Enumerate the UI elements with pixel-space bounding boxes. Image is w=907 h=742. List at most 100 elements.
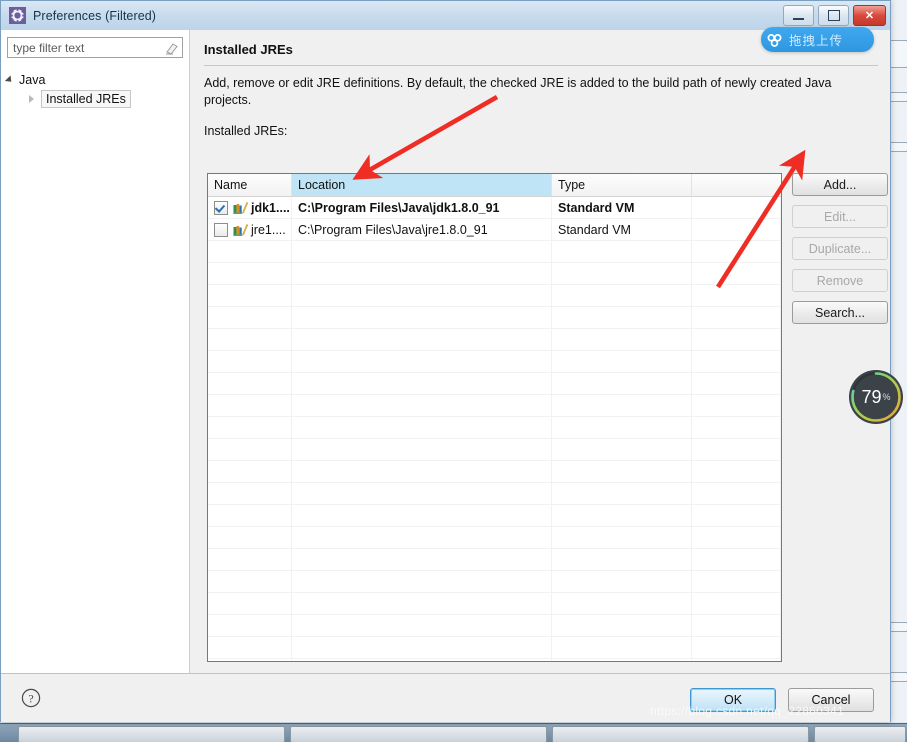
- cell-type[interactable]: Standard VM: [552, 197, 692, 218]
- preferences-dialog: Preferences (Filtered) ✕ type filter tex…: [0, 0, 891, 722]
- cell-empty: [208, 505, 292, 526]
- cell-empty: [692, 549, 781, 570]
- table-empty-row[interactable]: [208, 593, 781, 615]
- column-header-type[interactable]: Type: [552, 174, 692, 196]
- cell-empty: [292, 505, 552, 526]
- dialog-title: Preferences (Filtered): [33, 8, 157, 23]
- upload-progress-ring[interactable]: 79 %: [847, 368, 905, 426]
- sidebar-item-java[interactable]: Java: [4, 70, 183, 89]
- column-header-filler: [692, 174, 781, 196]
- screen-root: Preferences (Filtered) ✕ type filter tex…: [0, 0, 907, 742]
- table-empty-row[interactable]: [208, 395, 781, 417]
- preferences-sidebar: type filter text Java Installed JREs: [1, 30, 190, 673]
- sidebar-item-installed-jres[interactable]: Installed JREs: [7, 89, 183, 108]
- table-empty-row[interactable]: [208, 373, 781, 395]
- table-empty-row[interactable]: [208, 571, 781, 593]
- cell-name[interactable]: jre1....: [208, 219, 292, 240]
- table-empty-row[interactable]: [208, 549, 781, 571]
- cell-empty: [552, 615, 692, 636]
- dialog-body: type filter text Java Installed JREs Ins…: [1, 30, 890, 673]
- cell-empty: [208, 571, 292, 592]
- cell-empty: [292, 351, 552, 372]
- dialog-titlebar[interactable]: Preferences (Filtered) ✕: [1, 1, 890, 31]
- row-checkbox[interactable]: [214, 200, 228, 215]
- table-row[interactable]: jdk1.... C:\Program Files\Java\jdk1.8.0_…: [208, 197, 781, 219]
- table-row[interactable]: jre1.... C:\Program Files\Java\jre1.8.0_…: [208, 219, 781, 241]
- table-empty-row[interactable]: [208, 285, 781, 307]
- taskbar[interactable]: [0, 723, 907, 742]
- progress-unit: %: [882, 392, 891, 402]
- cell-empty: [208, 285, 292, 306]
- cell-name[interactable]: jdk1....: [208, 197, 292, 218]
- cell-type[interactable]: Standard VM: [552, 219, 692, 240]
- cell-location[interactable]: C:\Program Files\Java\jdk1.8.0_91: [292, 197, 552, 218]
- edit-button: Edit...: [792, 205, 888, 228]
- table-empty-row[interactable]: [208, 241, 781, 263]
- cell-empty: [208, 461, 292, 482]
- chevron-collapsed-icon[interactable]: [29, 94, 34, 103]
- preferences-gear-icon: [9, 7, 26, 24]
- taskbar-button[interactable]: [18, 726, 285, 742]
- table-empty-row[interactable]: [208, 263, 781, 285]
- column-header-location[interactable]: Location: [292, 174, 552, 196]
- svg-text:?: ?: [28, 691, 33, 705]
- table-empty-row[interactable]: [208, 527, 781, 549]
- table-empty-row[interactable]: [208, 351, 781, 373]
- restore-button[interactable]: [818, 5, 849, 26]
- cell-empty: [552, 395, 692, 416]
- cell-empty: [292, 329, 552, 350]
- drag-upload-badge[interactable]: 拖拽上传: [761, 27, 874, 52]
- taskbar-button[interactable]: [552, 726, 809, 742]
- page-description: Add, remove or edit JRE definitions. By …: [204, 76, 832, 107]
- table-empty-row[interactable]: [208, 615, 781, 637]
- table-empty-row[interactable]: [208, 461, 781, 483]
- table-empty-row[interactable]: [208, 307, 781, 329]
- cell-empty: [292, 549, 552, 570]
- installed-jres-table[interactable]: Name Location Type jdk1.... C:\Program F…: [207, 173, 782, 662]
- cell-empty: [692, 439, 781, 460]
- table-empty-row[interactable]: [208, 329, 781, 351]
- table-empty-row[interactable]: [208, 439, 781, 461]
- cell-empty: [552, 483, 692, 504]
- cell-empty: [292, 615, 552, 636]
- taskbar-button[interactable]: [290, 726, 547, 742]
- cell-empty: [292, 285, 552, 306]
- cell-empty: [292, 637, 552, 658]
- table-empty-row[interactable]: [208, 417, 781, 439]
- help-question-icon[interactable]: ?: [21, 688, 41, 708]
- filter-input-wrapper[interactable]: type filter text: [7, 37, 183, 58]
- minimize-button[interactable]: [783, 5, 814, 26]
- cell-empty: [208, 483, 292, 504]
- add-button[interactable]: Add...: [792, 173, 888, 196]
- taskbar-button[interactable]: [814, 726, 906, 742]
- cell-location[interactable]: C:\Program Files\Java\jre1.8.0_91: [292, 219, 552, 240]
- restore-icon: [827, 10, 840, 21]
- eraser-icon[interactable]: [164, 42, 178, 55]
- sidebar-item-label: Java: [19, 72, 46, 87]
- column-header-name[interactable]: Name: [208, 174, 292, 196]
- row-checkbox[interactable]: [214, 222, 228, 237]
- cell-empty: [208, 527, 292, 548]
- chevron-expanded-icon[interactable]: [4, 74, 15, 85]
- cell-filler: [692, 219, 781, 240]
- cell-empty: [208, 593, 292, 614]
- cell-empty: [692, 307, 781, 328]
- cell-empty: [552, 593, 692, 614]
- search-button[interactable]: Search...: [792, 301, 888, 324]
- close-button[interactable]: ✕: [853, 5, 886, 26]
- table-empty-rows: [208, 241, 781, 661]
- cell-empty: [552, 571, 692, 592]
- cell-empty: [208, 417, 292, 438]
- table-empty-row[interactable]: [208, 505, 781, 527]
- table-empty-row[interactable]: [208, 637, 781, 659]
- jre-actions: Add... Edit... Duplicate... Remove Searc…: [792, 173, 888, 333]
- cell-empty: [552, 461, 692, 482]
- cell-empty: [552, 439, 692, 460]
- sidebar-item-label: Installed JREs: [41, 89, 131, 108]
- table-empty-row[interactable]: [208, 483, 781, 505]
- page-title-divider: [204, 65, 878, 66]
- cell-empty: [552, 241, 692, 262]
- table-header-row: Name Location Type: [208, 174, 781, 197]
- table-empty-row[interactable]: [208, 659, 781, 661]
- cell-empty: [692, 571, 781, 592]
